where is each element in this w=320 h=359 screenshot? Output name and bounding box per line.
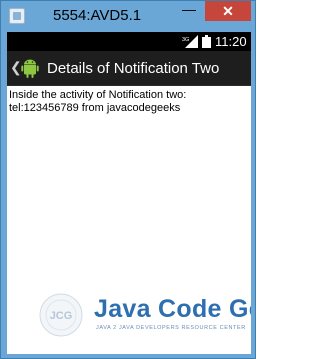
android-icon[interactable] xyxy=(18,56,42,80)
window-app-icon xyxy=(9,8,25,24)
window-title: 5554:AVD5.1 xyxy=(53,7,142,24)
content-text: Inside the activity of Notification two:… xyxy=(9,89,249,115)
signal-icon: 3G xyxy=(182,35,198,48)
status-bar: 3G 11:20 xyxy=(7,32,251,51)
logo-tagline: JAVA 2 JAVA DEVELOPERS RESOURCE CENTER xyxy=(96,325,246,331)
jcg-initials: JCG xyxy=(50,310,73,322)
network-type-label: 3G xyxy=(182,37,189,43)
jcg-logo: JCG Java Code Geeks JAVA 2 JAVA DEVELOPE… xyxy=(38,292,251,342)
jcg-logo-icon: JCG xyxy=(39,293,83,337)
action-bar: ❮ Details of Notification Two xyxy=(7,51,251,86)
battery-icon xyxy=(202,35,211,48)
status-time: 11:20 xyxy=(215,34,247,49)
page-title: Details of Notification Two xyxy=(47,60,220,77)
window-titlebar[interactable]: 5554:AVD5.1 — ✕ xyxy=(1,1,255,31)
content-line-2: tel:123456789 from javacodegeeks xyxy=(9,102,181,114)
device-screen: 3G 11:20 ❮ Details of Notification Two I… xyxy=(7,32,251,354)
content-line-1: Inside the activity of Notification two: xyxy=(9,89,187,101)
logo-title: Java Code Geeks xyxy=(94,295,251,323)
close-button[interactable]: ✕ xyxy=(205,1,251,21)
minimize-button[interactable]: — xyxy=(176,1,202,21)
emulator-window: 5554:AVD5.1 — ✕ 3G 11:20 ❮ Details of No… xyxy=(0,0,256,359)
